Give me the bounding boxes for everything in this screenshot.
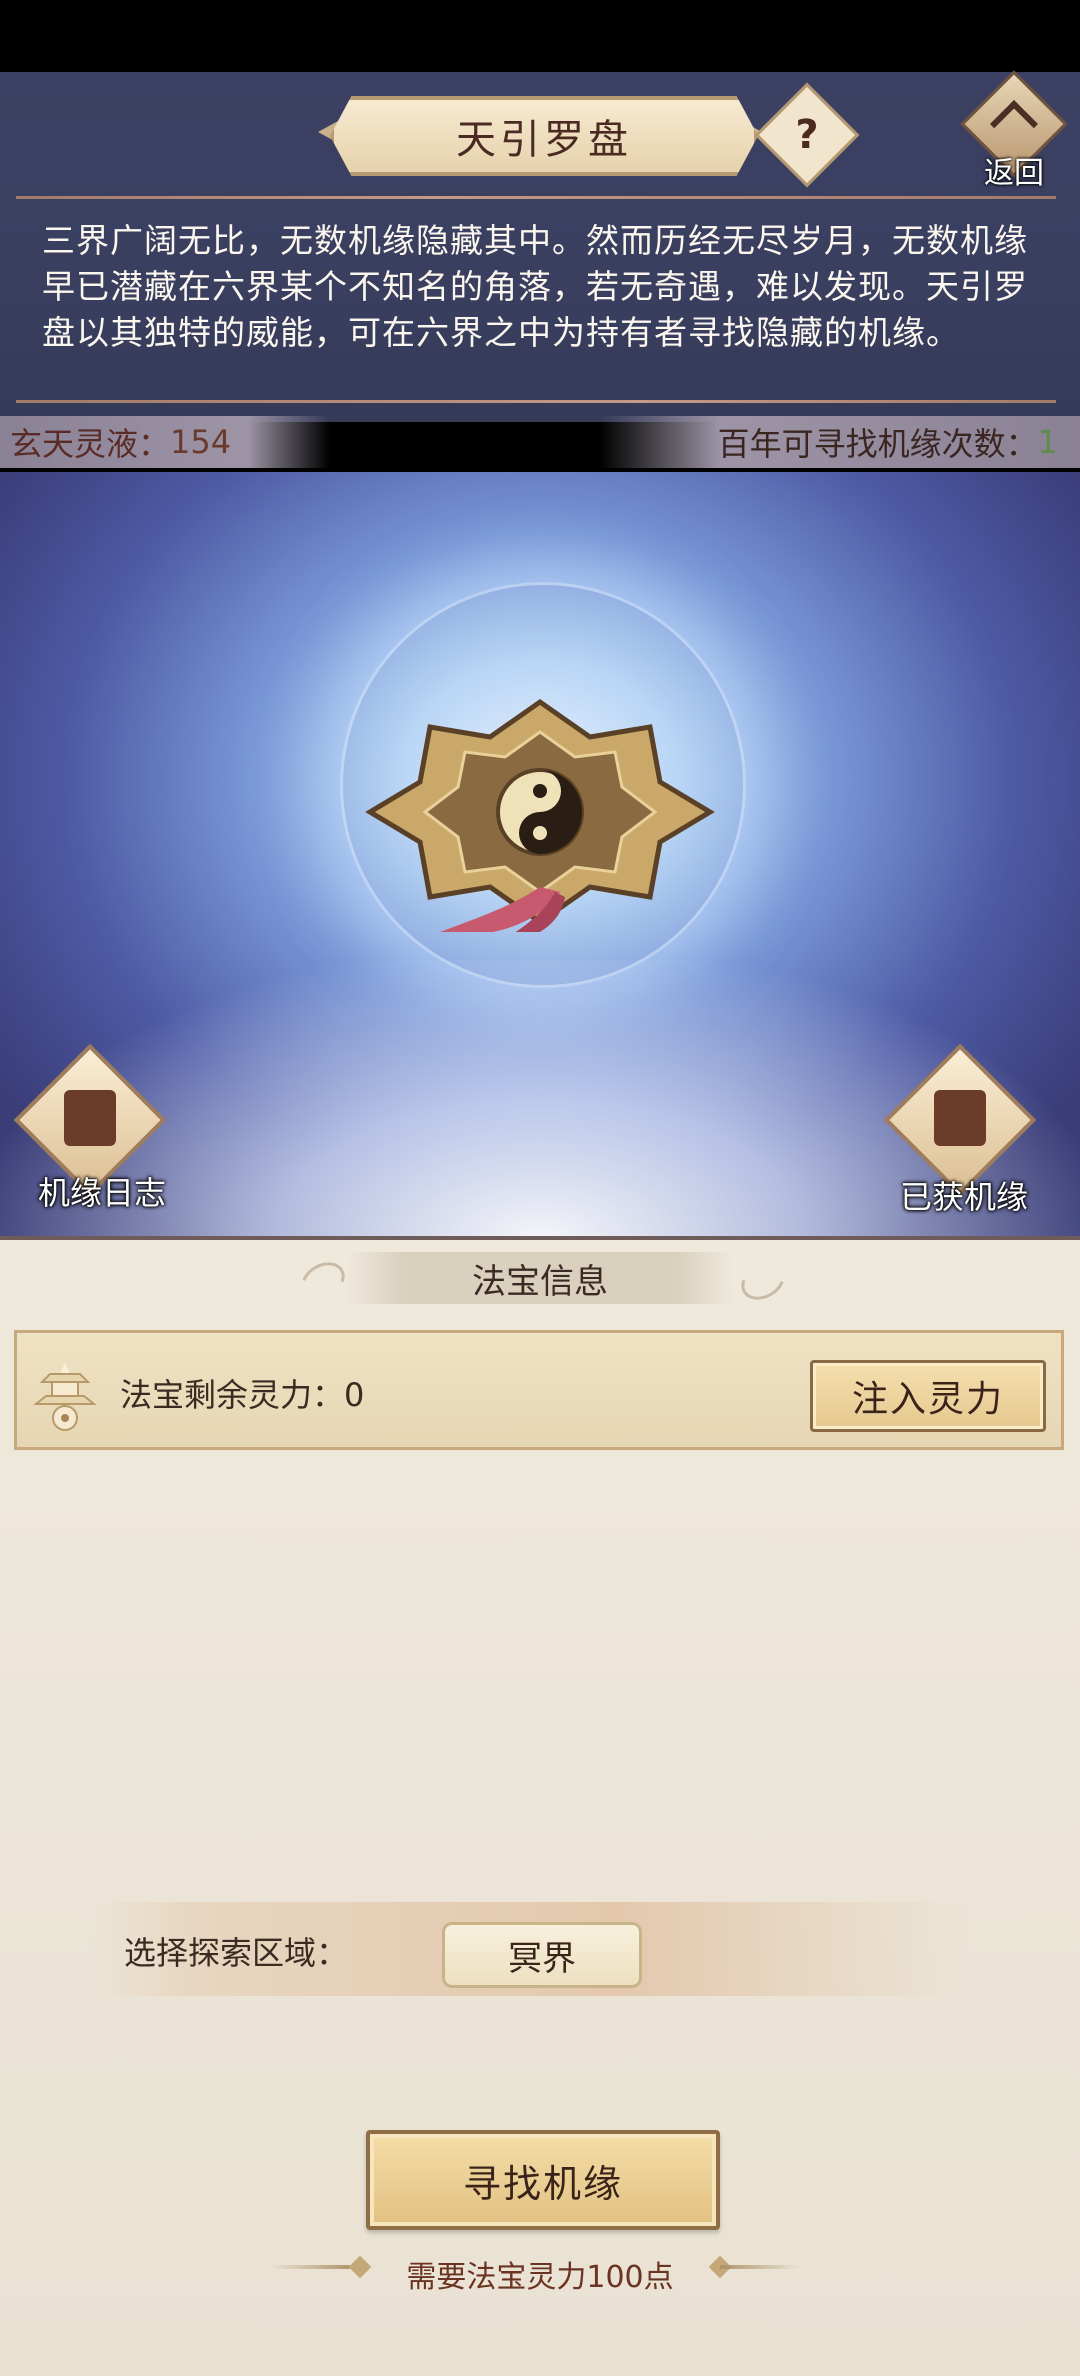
elixir-label: 玄天灵液： <box>10 425 171 463</box>
stat-row: 玄天灵液： 154 百年可寻找机缘次数： 1 <box>0 416 1080 472</box>
find-opportunity-button[interactable]: 寻找机缘 <box>366 2130 720 2230</box>
elixir-stat: 玄天灵液： 154 <box>0 416 330 468</box>
section-title: 法宝信息 <box>346 1252 734 1304</box>
remaining-power-value: 0 <box>344 1376 365 1414</box>
scroll-icon <box>64 1090 116 1146</box>
question-icon: ? <box>795 112 819 158</box>
divider-bottom <box>16 400 1056 403</box>
elixir-value: 154 <box>170 423 232 461</box>
search-count-label: 百年可寻找机缘次数： <box>717 425 1038 463</box>
status-bar <box>0 0 1080 72</box>
log-label[interactable]: 机缘日志 <box>38 1168 166 1214</box>
obtained-label[interactable]: 已获机缘 <box>900 1172 1028 1218</box>
compass-scene: 机缘日志 已获机缘 <box>0 472 1080 1240</box>
search-count-value: 1 <box>1037 423 1058 461</box>
log-button[interactable] <box>13 1043 167 1197</box>
pagoda-icon <box>33 1362 97 1431</box>
divider-top <box>16 196 1056 199</box>
book-icon <box>934 1090 986 1146</box>
back-button-label[interactable]: 返回 <box>974 148 1054 192</box>
cost-note: 需要法宝灵力100点 <box>406 2260 674 2295</box>
obtained-button[interactable] <box>883 1043 1037 1197</box>
inject-power-button[interactable]: 注入灵力 <box>810 1360 1046 1432</box>
search-count-stat: 百年可寻找机缘次数： 1 <box>600 416 1080 468</box>
remaining-power-label: 法宝剩余灵力： <box>120 1376 345 1414</box>
cost-ornament-right <box>720 2265 800 2269</box>
remaining-power: 法宝剩余灵力：0 <box>120 1370 364 1416</box>
description-text: 三界广阔无比，无数机缘隐藏其中。然而历经无尽岁月，无数机缘早已潜藏在六界某个不知… <box>42 221 1028 352</box>
region-label: 选择探索区域： <box>124 1934 349 1972</box>
title-plaque: 天引罗盘 <box>330 96 758 176</box>
page-title: 天引罗盘 <box>456 117 632 163</box>
compass-icon <box>365 698 715 932</box>
region-select[interactable]: 冥界 <box>442 1922 642 1988</box>
